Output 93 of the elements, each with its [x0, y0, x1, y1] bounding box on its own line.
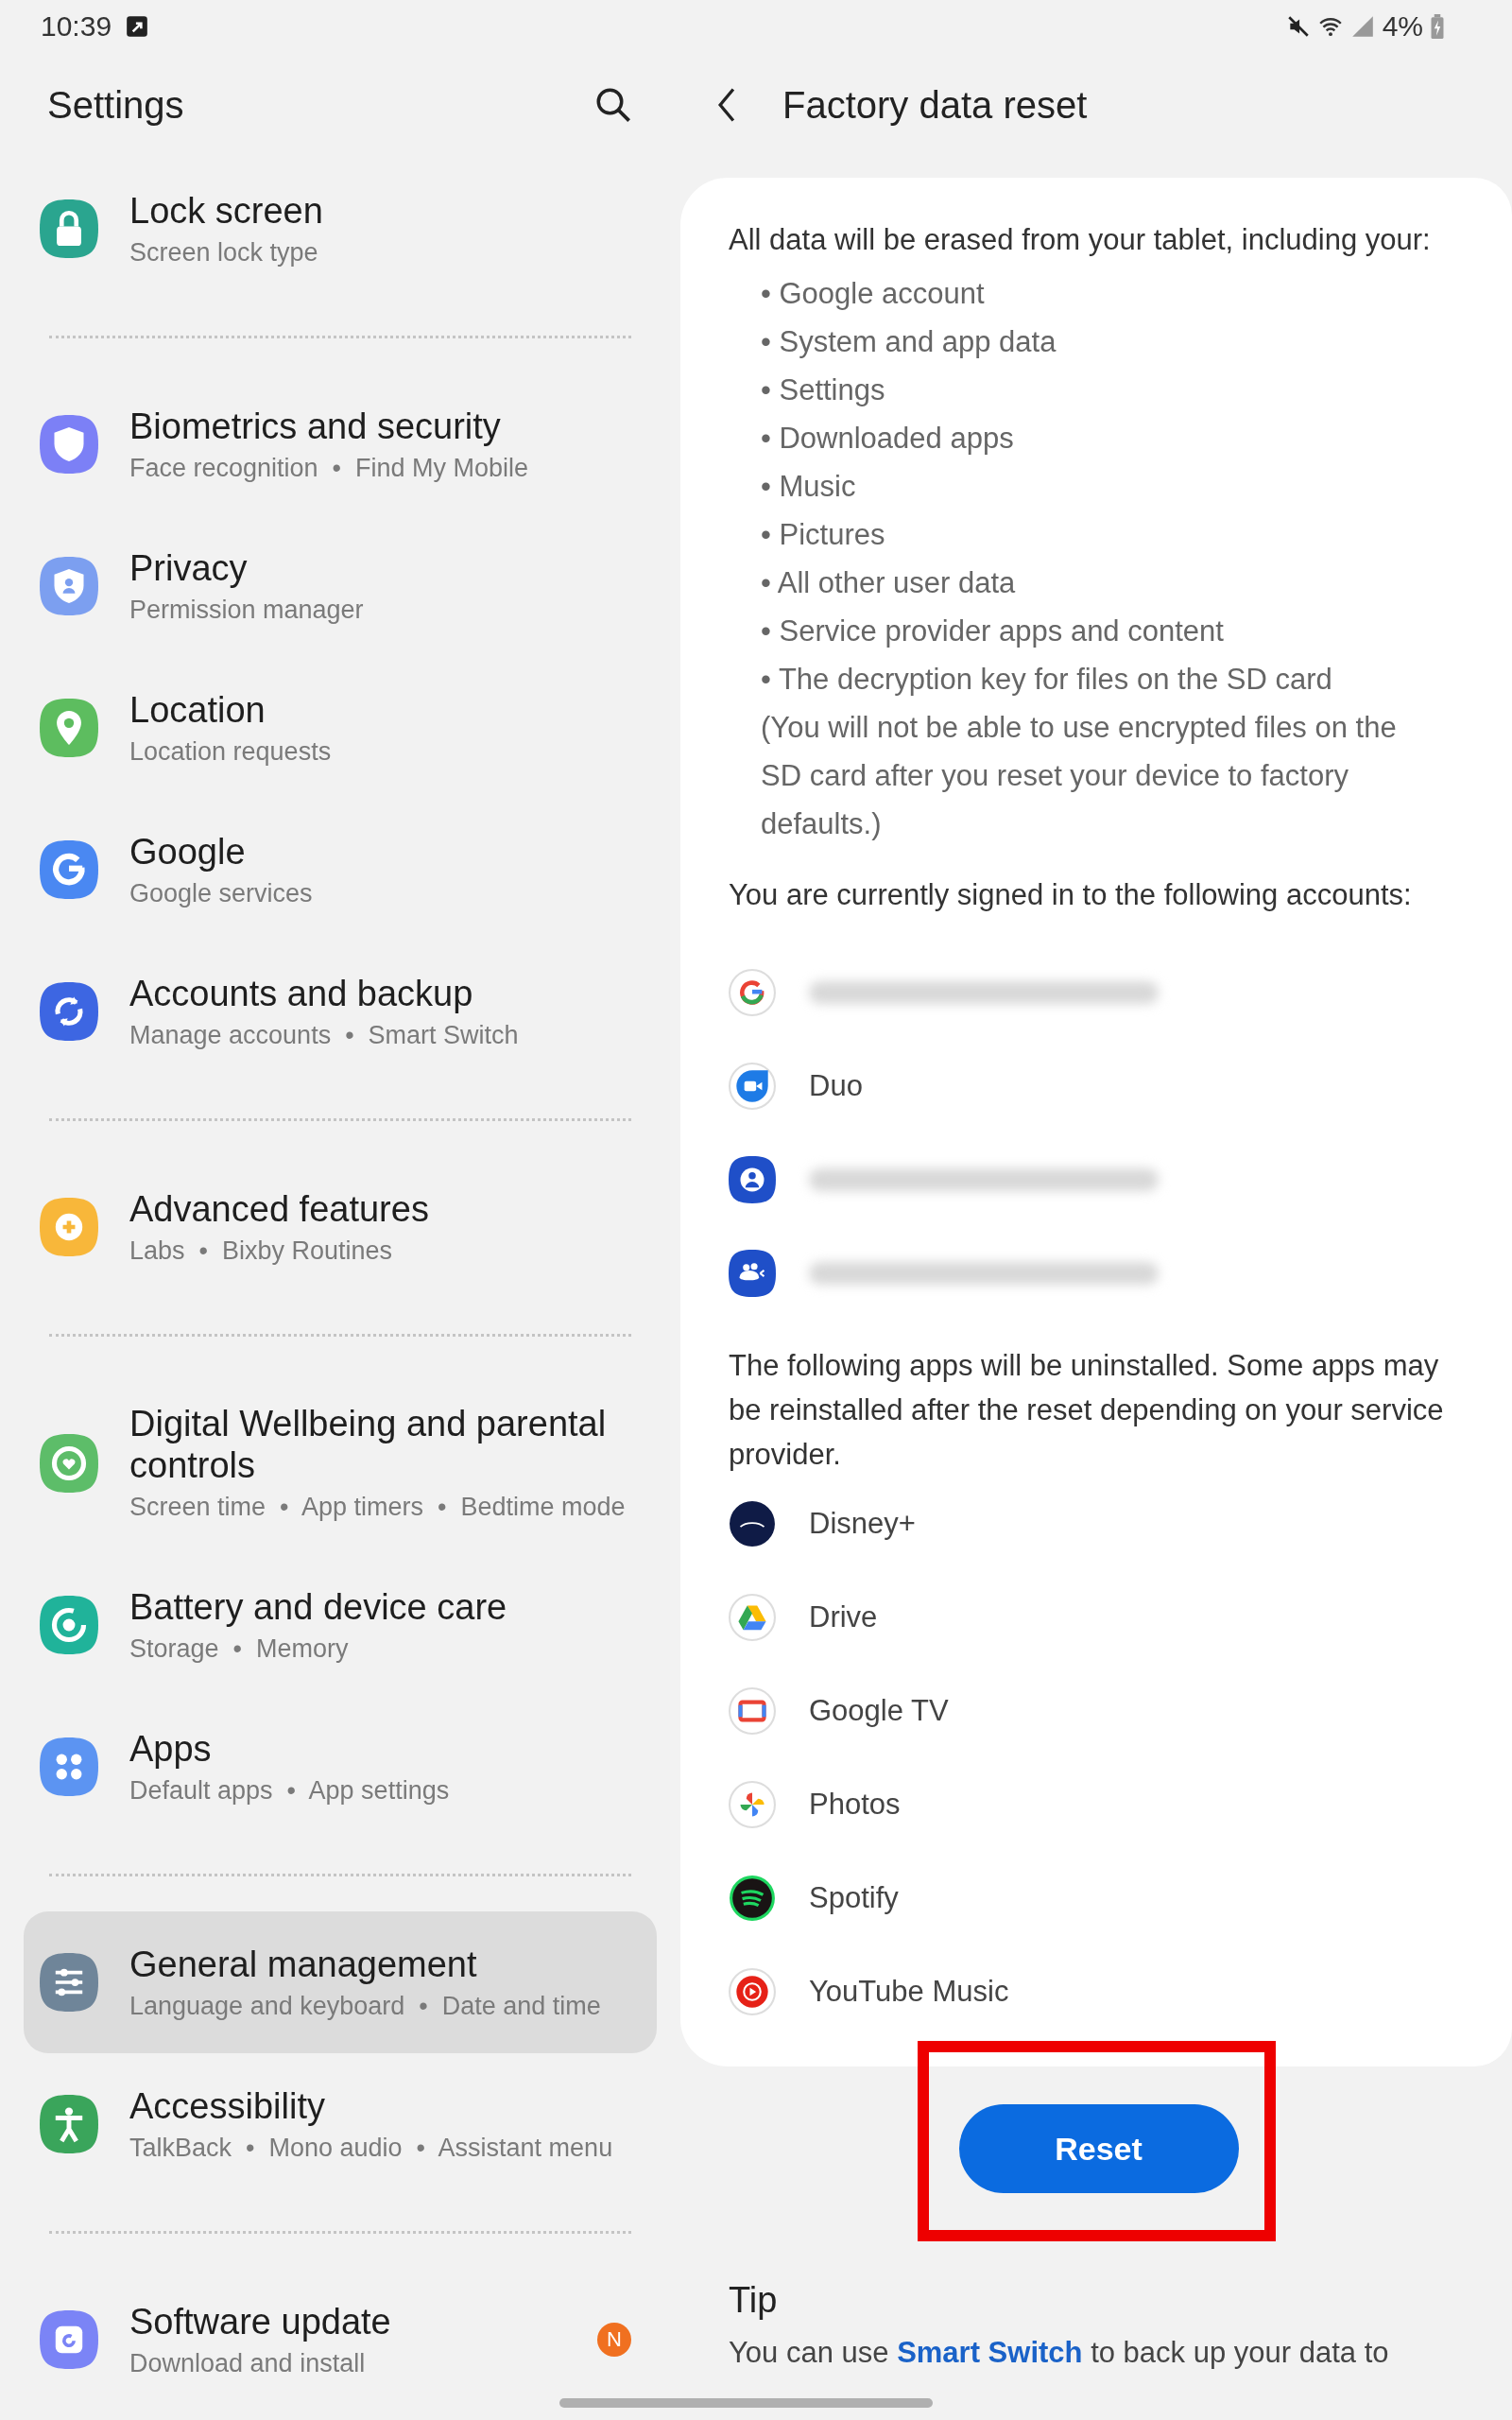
shield-person-icon [40, 557, 98, 615]
list-item: • Pictures [761, 517, 886, 553]
sync-icon [40, 982, 98, 1041]
item-title: Software update [129, 2300, 392, 2342]
account-name: Duo [809, 1068, 863, 1103]
clock-time: 10:39 [41, 9, 112, 43]
settings-item[interactable]: General management Language and keyboard • Date and time [24, 1911, 657, 2053]
item-title: Digital Wellbeing and parental controls [129, 1403, 608, 1486]
section-text: You are currently signed in to the following accounts: [729, 877, 1413, 913]
settings-item[interactable]: Biometrics and security Face recognition • Find My Mobile [24, 373, 657, 515]
item-subtitle: Manage accounts • Smart Switch [129, 1019, 520, 1051]
list-item: • All other user data [761, 565, 1017, 601]
item-title: Location [129, 688, 266, 731]
item-title: Google [129, 830, 247, 873]
item-title: Advanced features [129, 1187, 430, 1230]
item-subtitle: Permission manager [129, 594, 365, 626]
refresh-ring-icon [40, 1596, 98, 1654]
app-name: Google TV [809, 1693, 949, 1728]
google-g-icon [40, 840, 98, 899]
signal-icon [1349, 13, 1375, 39]
item-title: Accounts and backup [129, 972, 474, 1014]
settings-item[interactable]: Accounts and backup Manage accounts • Smart Switch [24, 941, 657, 1082]
list-item: • The decryption key for files on the SD card [761, 662, 1333, 698]
tip-heading: Tip [728, 2279, 778, 2321]
app-name: Photos [809, 1787, 901, 1822]
settings-item[interactable]: Software update Download and install N [24, 2269, 657, 2385]
tip-text: You can use Smart Switch to back up your data to [729, 2336, 1390, 2370]
list-item: • Downloaded apps [761, 421, 1015, 457]
item-subtitle: Screen lock type [129, 236, 319, 268]
battery-level: 4% [1382, 9, 1423, 43]
sound-waves-icon [729, 1874, 776, 1922]
shield-icon [40, 415, 98, 474]
item-subtitle: Google services [129, 877, 314, 909]
tv-icon [729, 1686, 776, 1735]
battery-icon [1431, 13, 1444, 39]
settings-item[interactable]: Accessibility TalkBack • Mono audio • Assistant menu [24, 2053, 657, 2195]
item-title: Biometrics and security [129, 405, 502, 447]
plus-gear-icon [40, 1198, 98, 1256]
note-text: (You will not be able to use encrypted files on the SD card after you reset your device to factory defaults.) [760, 710, 1398, 842]
item-subtitle: TalkBack • Mono audio • Assistant menu [129, 2132, 614, 2164]
app-name: Drive [809, 1599, 878, 1634]
accessibility-icon [40, 2095, 98, 2153]
google-g-icon [729, 968, 776, 1016]
app-name: YouTube Music [809, 1974, 1009, 2009]
page-title: Factory data reset [782, 83, 1088, 127]
settings-item[interactable]: Digital Wellbeing and parental controls Screen time • App timers • Bedtime mode [24, 1372, 657, 1554]
app-name: Disney+ [809, 1506, 916, 1541]
notification-badge: N [597, 2323, 631, 2357]
settings-item[interactable]: Lock screen Screen lock type [24, 158, 657, 300]
settings-item[interactable]: Apps Default apps • App settings [24, 1696, 657, 1838]
heart-ring-icon [40, 1433, 98, 1493]
video-camera-icon [729, 1062, 776, 1110]
item-subtitle: Location requests [129, 735, 333, 768]
item-subtitle: Screen time • App timers • Bedtime mode [129, 1492, 627, 1523]
item-subtitle: Download and install [129, 2347, 367, 2379]
lock-icon [40, 199, 98, 258]
screen-share-icon [125, 13, 150, 39]
settings-item[interactable]: Battery and device care Storage • Memory [24, 1554, 657, 1696]
smart-switch-link[interactable]: Smart Switch [897, 2336, 1083, 2369]
item-subtitle: Face recognition • Find My Mobile [129, 452, 530, 484]
four-dots-icon [40, 1737, 98, 1796]
map-pin-icon [40, 699, 98, 757]
settings-item[interactable]: Google Google services [24, 799, 657, 941]
list-item: • Google account [761, 276, 986, 312]
section-text: The following apps will be uninstalled. Some apps may be reinstalled after the reset depending on your service provider. [729, 1348, 1445, 1473]
back-icon[interactable] [716, 86, 737, 124]
item-subtitle: Storage • Memory [129, 1633, 350, 1665]
settings-item[interactable]: Advanced features Labs • Bixby Routines [24, 1156, 657, 1298]
item-title: Privacy [129, 546, 249, 589]
app-name: Spotify [809, 1880, 899, 1915]
list-item: • Settings [761, 372, 886, 408]
settings-item[interactable]: Location Location requests [24, 657, 657, 799]
item-title: Accessibility [129, 2084, 326, 2127]
sliders-icon [40, 1953, 98, 2012]
list-item: • Music [761, 469, 857, 505]
item-title: Apps [129, 1727, 213, 1770]
people-icon [729, 1249, 776, 1297]
list-item: • Service provider apps and content [761, 614, 1225, 649]
reset-button[interactable]: Reset [958, 2104, 1239, 2193]
item-subtitle: Language and keyboard • Date and time [129, 1990, 602, 2022]
intro-text: All data will be erased from your tablet, including your: [729, 222, 1432, 258]
list-item: • System and app data [761, 324, 1057, 360]
item-title: General management [129, 1943, 478, 1985]
item-title: Lock screen [129, 189, 324, 232]
play-circle-icon [729, 1967, 776, 2015]
item-subtitle: Default apps • App settings [129, 1774, 451, 1806]
person-icon [729, 1155, 776, 1203]
settings-item[interactable]: Privacy Permission manager [24, 515, 657, 657]
pinwheel-icon [729, 1780, 776, 1828]
page-title: Settings [47, 83, 184, 127]
item-subtitle: Labs • Bixby Routines [129, 1235, 394, 1267]
item-title: Battery and device care [129, 1585, 508, 1628]
update-icon [40, 2310, 98, 2369]
